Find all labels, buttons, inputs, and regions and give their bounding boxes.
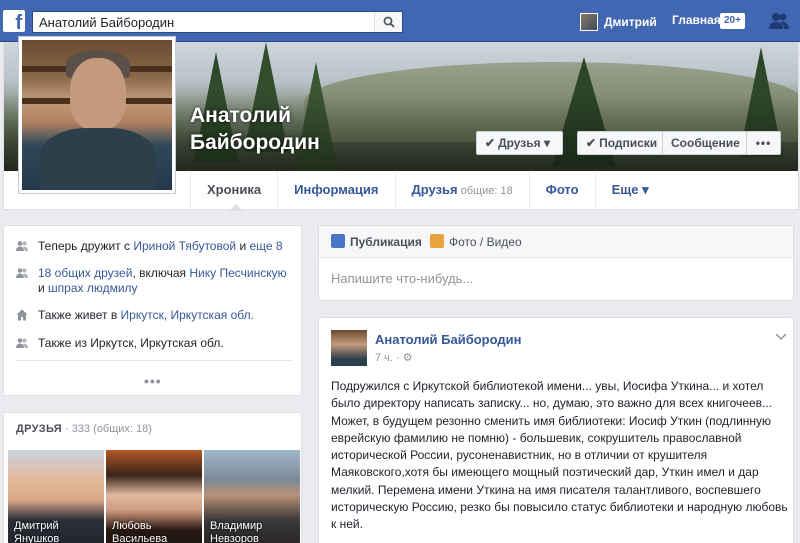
friend-first-name: Владимир — [210, 520, 263, 532]
city-link[interactable]: Иркутск, Иркутская обл. — [121, 308, 254, 322]
friend-link[interactable]: Ириной Тябутовой — [133, 239, 236, 253]
mutual-friends-link[interactable]: 18 общих друзей — [38, 266, 132, 280]
friend-first-name: Любовь — [112, 520, 152, 532]
friend-last-name: Янушков — [14, 533, 60, 543]
chevron-down-icon: ▾ — [544, 136, 551, 150]
post-time-text: 7 ч. · — [375, 352, 403, 364]
friend-link[interactable]: шпрах людмилу — [48, 281, 138, 295]
composer-input[interactable]: Напишите что-нибудь... — [331, 271, 473, 286]
globe-icon: ⚙ — [402, 352, 413, 364]
post-composer: Публикация Фото / Видео Напишите что-ниб… — [318, 225, 794, 301]
friend-requests-icon[interactable] — [768, 12, 790, 33]
profile-header: Анатолий Байбородин ✔ Друзья ▾ ✔ Подписки … — [3, 36, 799, 211]
intro-row-from: Также из Иркутск, Иркутская обл. — [16, 336, 296, 351]
tab-label: Фото — [545, 182, 579, 197]
friend-thumbnail[interactable]: Владимир Невзоров — [204, 450, 300, 543]
search-button[interactable] — [374, 12, 402, 32]
photo-sweater — [40, 128, 156, 190]
friends-icon — [16, 268, 28, 278]
tab-timeline[interactable]: Хроника — [190, 171, 277, 211]
mutual-friends-count: общие: 18 — [460, 185, 513, 197]
timeline-post: Анатолий Байбородин 7 ч. · ⚙ Подружился … — [318, 317, 794, 543]
friends-card-count: · 333 (общих: 18) — [61, 423, 152, 435]
message-button[interactable]: Сообщение — [663, 131, 747, 155]
profile-name-last: Байбородин — [190, 131, 320, 154]
profile-name[interactable]: Анатолий Байбородин — [190, 102, 320, 156]
tab-more[interactable]: Еще ▾ — [594, 171, 665, 210]
intro-text: Теперь дружит с — [38, 239, 134, 253]
home-link[interactable]: Главная — [672, 13, 721, 27]
friend-last-name: Васильева — [112, 533, 168, 543]
friends-button[interactable]: ✔ Друзья ▾ — [476, 131, 563, 155]
friend-name: Владимир Невзоров — [210, 520, 262, 543]
photo-face — [70, 58, 126, 130]
friend-thumbnail[interactable]: Дмитрий Янушков — [8, 450, 104, 543]
post-author-link[interactable]: Анатолий Байбородин — [375, 332, 521, 347]
tab-label: Хроника — [207, 182, 262, 197]
friends-button-label: Друзья — [498, 136, 541, 150]
tab-status-post[interactable]: Публикация — [331, 234, 422, 249]
composer-tab-label: Фото / Видео — [449, 235, 522, 249]
check-icon: ✔ — [485, 136, 496, 150]
friends-card-header: ДРУЗЬЯ · 333 (общих: 18) — [16, 423, 152, 435]
post-timestamp[interactable]: 7 ч. · ⚙ — [375, 351, 413, 364]
author-avatar[interactable] — [331, 330, 367, 366]
intro-row-mutual-friends: 18 общих друзей, включая Нику Песчинскую… — [16, 266, 296, 296]
friend-link[interactable]: Нику Песчинскую — [189, 266, 286, 280]
composer-tabs: Публикация Фото / Видео — [319, 226, 793, 258]
intro-text: , включая — [132, 266, 190, 280]
intro-more-button[interactable]: ••• — [144, 373, 162, 389]
tab-friends[interactable]: Друзья общие: 18 — [394, 171, 529, 210]
home-notification-badge: 20+ — [720, 13, 745, 29]
intro-card: Теперь дружит с Ириной Тябутовой и еще 8… — [3, 225, 302, 396]
active-tab-indicator — [229, 204, 243, 211]
search-icon — [383, 16, 395, 28]
tab-photos[interactable]: Фото — [528, 171, 595, 210]
tab-label: Еще — [611, 182, 639, 197]
profile-picture[interactable] — [18, 36, 176, 194]
friends-card-title[interactable]: ДРУЗЬЯ — [16, 423, 62, 435]
post-options-chevron-icon[interactable] — [775, 330, 787, 344]
intro-text: и — [236, 239, 250, 253]
tab-photo-video[interactable]: Фото / Видео — [430, 234, 522, 249]
photo-icon — [430, 234, 444, 248]
follow-button[interactable]: ✔ Подписки — [577, 131, 663, 155]
facebook-logo-icon[interactable]: f — [3, 10, 25, 32]
tab-label: Информация — [294, 182, 379, 197]
follow-button-label: Подписки — [599, 136, 658, 150]
caret-down-icon: ▾ — [642, 182, 649, 197]
pencil-icon — [331, 234, 345, 248]
profile-name-first: Анатолий — [190, 104, 292, 127]
friends-icon — [16, 241, 28, 251]
friend-name: Дмитрий Янушков — [14, 520, 59, 543]
friend-first-name: Дмитрий — [14, 520, 59, 532]
divider — [16, 360, 292, 361]
search-input[interactable] — [39, 14, 369, 31]
intro-row-lives-in: Также живет в Иркутск, Иркутская обл. — [16, 308, 296, 323]
profile-photo — [22, 40, 172, 190]
composer-tab-label: Публикация — [350, 235, 422, 249]
tab-about[interactable]: Информация — [277, 171, 394, 210]
home-icon — [16, 309, 28, 321]
tab-label: Друзья — [411, 182, 458, 197]
user-name: Дмитрий — [604, 15, 657, 29]
more-options-button[interactable]: ••• — [747, 131, 781, 155]
intro-text: и — [38, 281, 49, 295]
post-body: Подружился с Иркутской библиотекой имени… — [331, 379, 788, 532]
friend-thumbnail[interactable]: Любовь Васильева — [106, 450, 202, 543]
profile-tabs: Хроника Информация Друзья общие: 18 Фото … — [190, 171, 665, 211]
friends-icon — [16, 338, 28, 348]
search-box — [32, 11, 403, 33]
user-profile-link[interactable]: Дмитрий — [580, 12, 657, 32]
friends-card: ДРУЗЬЯ · 333 (общих: 18) Дмитрий Янушков … — [3, 412, 302, 543]
friend-name: Любовь Васильева — [112, 520, 167, 543]
intro-text: Также живет в — [38, 308, 121, 322]
avatar — [580, 13, 598, 31]
intro-text: Также из Иркутск, Иркутская обл. — [38, 336, 224, 350]
intro-row-friends-with: Теперь дружит с Ириной Тябутовой и еще 8 — [16, 239, 296, 254]
friend-last-name: Невзоров — [210, 533, 259, 543]
check-icon: ✔ — [586, 136, 597, 150]
more-friends-link[interactable]: еще 8 — [249, 239, 282, 253]
